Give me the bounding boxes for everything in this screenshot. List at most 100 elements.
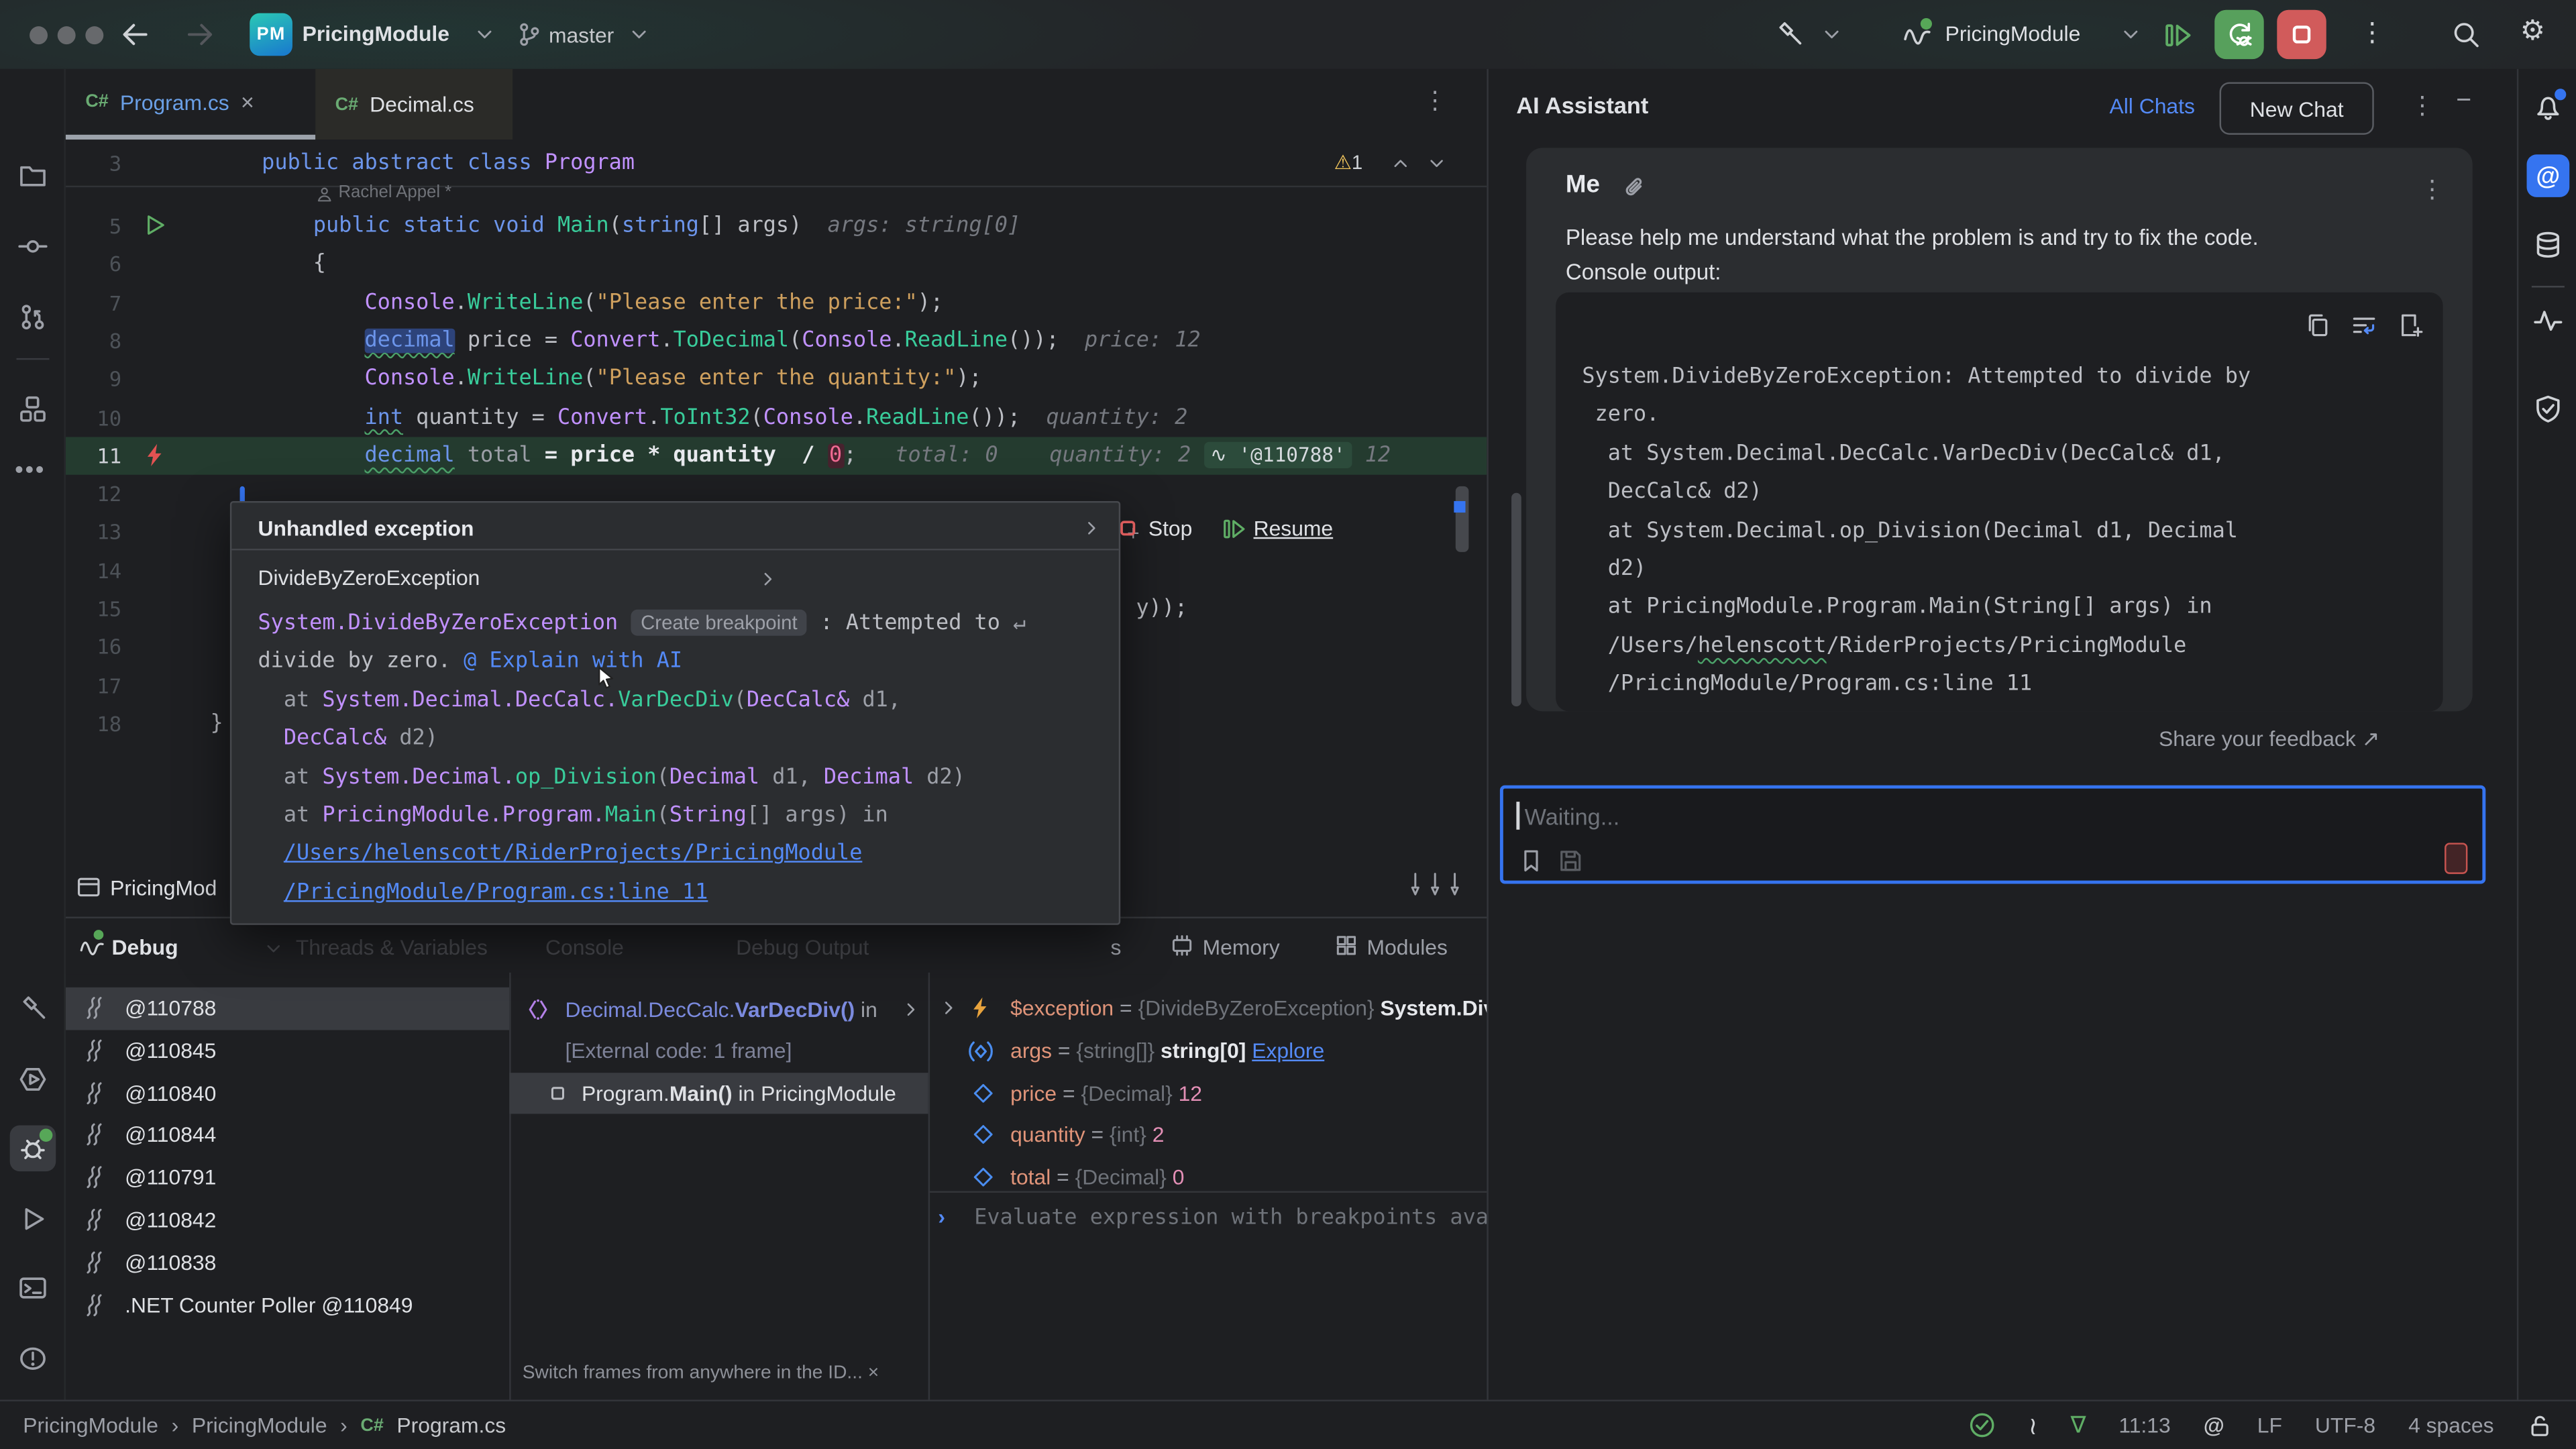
frame-chevron-icon[interactable] xyxy=(900,999,922,1020)
code-line[interactable]: 6 { xyxy=(66,246,1487,284)
frame-row[interactable]: Decimal.DecCalc.VarDecDiv() in xyxy=(509,989,928,1031)
security-shield-icon[interactable] xyxy=(2533,394,2563,424)
insert-to-editor-icon[interactable] xyxy=(2397,312,2423,338)
settings-gear-icon[interactable]: ⚙ xyxy=(2520,15,2545,48)
code-line[interactable]: 9 Console.WriteLine("Please enter the qu… xyxy=(66,360,1487,398)
forward-icon[interactable] xyxy=(184,18,217,51)
code-line[interactable]: 5 public static void Main(string[] args)… xyxy=(66,207,1487,246)
soft-wrap-icon[interactable] xyxy=(2351,312,2377,338)
stack-line[interactable]: at PricingModule.Program.Main(String[] a… xyxy=(258,797,888,835)
tab-list-kebab-icon[interactable]: ⋮ xyxy=(1423,85,1448,115)
generation-stop-button[interactable] xyxy=(2445,843,2467,874)
run-config-selector[interactable]: PricingModule xyxy=(1945,21,2081,46)
popup-more-chevron-icon[interactable] xyxy=(1081,517,1102,539)
warning-icon[interactable]: ⚠1 xyxy=(1334,145,1363,183)
branch-selector[interactable]: master xyxy=(549,23,614,48)
chat-scrollbar[interactable] xyxy=(1511,493,1521,706)
share-feedback-link[interactable]: Share your feedback ↗ xyxy=(2159,726,2379,752)
tab-program-cs[interactable]: C# Program.cs × xyxy=(66,69,315,140)
profiler-status-icon[interactable]: ≀ xyxy=(2029,1410,2038,1440)
tab-close-icon[interactable]: × xyxy=(241,89,254,115)
macos-close-button[interactable] xyxy=(30,26,48,44)
build-chevron-icon[interactable] xyxy=(1820,23,1843,46)
exception-name[interactable]: DivideByZeroException xyxy=(258,565,480,590)
hide-panel-icon[interactable]: − xyxy=(2456,87,2471,117)
thread-row[interactable]: @110788 xyxy=(66,987,509,1030)
thread-row[interactable]: @110838 xyxy=(66,1242,509,1284)
next-warning-icon[interactable] xyxy=(1426,153,1448,174)
new-chat-button[interactable]: New Chat xyxy=(2220,82,2374,134)
restart-debug-button[interactable] xyxy=(2214,10,2263,59)
thread-row[interactable]: @110845 xyxy=(66,1030,509,1072)
stack-line[interactable]: divide by zero. @ Explain with AI xyxy=(258,643,682,682)
thread-row[interactable]: @110840 xyxy=(66,1072,509,1114)
exception-bolt-icon[interactable] xyxy=(142,441,168,468)
stack-line[interactable]: /PricingModule/Program.cs:line 11 xyxy=(258,873,708,912)
exception-expand-chevron-icon[interactable] xyxy=(757,568,779,590)
thread-row[interactable]: @110842 xyxy=(66,1199,509,1242)
unit-tests-tool-icon[interactable] xyxy=(18,1065,48,1094)
analysis-ok-icon[interactable] xyxy=(1968,1411,1996,1440)
filter-status-icon[interactable]: ∇ xyxy=(2070,1411,2086,1440)
database-tool-icon[interactable] xyxy=(2533,230,2563,260)
tab-decimal-cs[interactable]: C# Decimal.cs xyxy=(315,69,513,140)
popup-resume-button[interactable]: Resume xyxy=(1254,516,1334,541)
ai-status-icon[interactable]: @ xyxy=(2204,1413,2224,1438)
resume-program-icon[interactable] xyxy=(2162,19,2194,51)
editor-scrollbar[interactable] xyxy=(1456,486,1469,552)
window-icon[interactable] xyxy=(76,874,102,900)
terminal-tool-icon[interactable] xyxy=(18,1273,48,1303)
popup-resume-icon[interactable] xyxy=(1221,516,1247,542)
save-prompt-icon[interactable] xyxy=(1558,848,1584,874)
popup-stop-icon[interactable] xyxy=(1116,516,1140,541)
all-chats-link[interactable]: All Chats xyxy=(2109,94,2194,119)
code-author-annotation[interactable]: Rachel Appel * xyxy=(338,182,451,202)
popup-stop-button[interactable]: Stop xyxy=(1148,516,1193,541)
thread-row[interactable]: @110844 xyxy=(66,1114,509,1157)
code-line[interactable]: 8 decimal price = Convert.ToDecimal(Cons… xyxy=(66,322,1487,360)
tab-console[interactable]: Console xyxy=(545,934,624,959)
tab-fragment[interactable]: s xyxy=(1111,934,1122,959)
search-icon[interactable] xyxy=(2451,19,2481,49)
caret-position[interactable]: 11:13 xyxy=(2118,1413,2170,1438)
readonly-lock-icon[interactable] xyxy=(2527,1412,2553,1438)
tab-debug-output[interactable]: Debug Output xyxy=(736,934,869,959)
run-tool-icon[interactable] xyxy=(18,1204,48,1234)
indent-setting[interactable]: 4 spaces xyxy=(2408,1413,2493,1438)
breadcrumb-module[interactable]: PricingModule xyxy=(192,1413,327,1438)
back-icon[interactable] xyxy=(118,18,151,51)
project-icon[interactable]: PM xyxy=(250,13,292,56)
line-separator[interactable]: LF xyxy=(2257,1413,2282,1438)
pricing-module-window-button[interactable]: PricingMod xyxy=(110,875,217,900)
problems-tool-icon[interactable] xyxy=(18,1344,48,1373)
stack-line[interactable]: System.DivideByZeroException Create brea… xyxy=(258,604,1026,643)
stop-button[interactable] xyxy=(2277,10,2326,59)
chat-input-box[interactable]: Waiting... xyxy=(1500,786,2485,884)
project-selector[interactable]: PricingModule xyxy=(303,21,449,46)
ai-kebab-icon[interactable]: ⋮ xyxy=(2410,91,2435,120)
ai-assistant-tool-icon[interactable]: @ xyxy=(2527,154,2570,197)
breadcrumb-file[interactable]: Program.cs xyxy=(396,1413,506,1438)
tab-memory[interactable]: Memory xyxy=(1203,934,1280,959)
code-line[interactable]: 11 decimal total = price * quantity / 0;… xyxy=(66,437,1487,475)
debug-window-title[interactable]: Debug xyxy=(112,934,178,959)
profiler-tool-icon[interactable] xyxy=(2533,306,2563,335)
more-tools-icon[interactable]: ••• xyxy=(15,457,46,485)
code-line[interactable]: 10 int quantity = Convert.ToInt32(Consol… xyxy=(66,398,1487,437)
run-gutter-icon[interactable] xyxy=(142,212,168,238)
macos-zoom-button[interactable] xyxy=(85,26,103,44)
tab-threads-variables[interactable]: Threads & Variables xyxy=(296,934,488,959)
copy-icon[interactable] xyxy=(2305,312,2331,338)
thread-row[interactable]: .NET Counter Poller @110849 xyxy=(66,1284,509,1326)
project-chevron-icon[interactable] xyxy=(473,23,496,46)
frame-row[interactable]: [External code: 1 frame] xyxy=(509,1030,928,1073)
vcs-branch-icon[interactable] xyxy=(516,21,542,48)
macos-minimize-button[interactable] xyxy=(58,26,76,44)
run-config-chevron-icon[interactable] xyxy=(2119,23,2142,46)
merge-requests-tool-icon[interactable] xyxy=(18,303,48,332)
breadcrumb-project[interactable]: PricingModule xyxy=(23,1413,158,1438)
project-tool-icon[interactable] xyxy=(18,161,48,191)
commit-tool-icon[interactable] xyxy=(18,231,48,261)
thread-row[interactable]: @110791 xyxy=(66,1157,509,1199)
prev-warning-icon[interactable] xyxy=(1390,153,1411,174)
